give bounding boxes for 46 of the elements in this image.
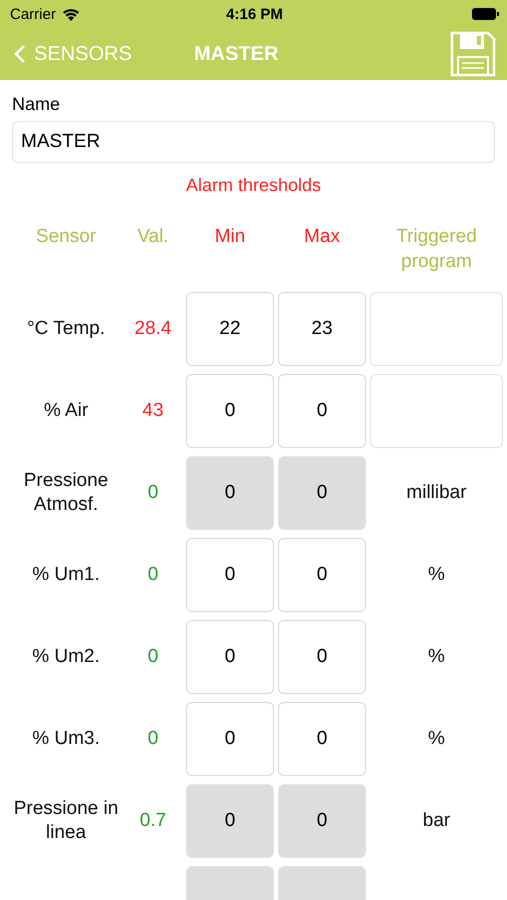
carrier-label: Carrier <box>10 6 56 22</box>
unit-label: % <box>428 645 445 669</box>
max-field[interactable]: 0 <box>278 374 366 448</box>
screen-title: MASTER <box>194 42 280 66</box>
unit-label: % <box>428 563 445 587</box>
min-field[interactable]: 22 <box>186 292 274 366</box>
min-field[interactable]: 0 <box>186 620 274 694</box>
unit-label: bar <box>422 809 450 833</box>
back-chevron-icon <box>14 44 26 64</box>
sensor-value: 0 <box>148 727 158 751</box>
sensor-value: 0.7 <box>140 809 166 833</box>
sensor-label: Pressione in linea <box>12 797 120 845</box>
max-field[interactable]: 0 <box>278 702 366 776</box>
sensor-value: 28.4 <box>134 317 172 341</box>
min-field[interactable]: 0 <box>186 538 274 612</box>
sensor-label: % Um1. <box>32 563 100 587</box>
section-title: Alarm thresholds <box>184 174 322 196</box>
max-field[interactable]: 23 <box>278 292 366 366</box>
wifi-icon <box>62 8 80 20</box>
sensor-value: 0 <box>148 563 158 587</box>
sensor-label: Pressione Atmosf. <box>22 469 110 517</box>
name-field[interactable]: MASTER <box>12 121 495 163</box>
column-header: Max <box>303 225 341 249</box>
sensor-label: % Um2. <box>32 645 100 669</box>
sensor-value: 43 <box>142 399 164 423</box>
unit-label: millibar <box>406 481 467 505</box>
column-header: Sensor <box>34 225 98 249</box>
unit-label: % <box>428 727 445 751</box>
column-header: Val. <box>136 225 170 249</box>
min-field[interactable]: 0 <box>186 702 274 776</box>
name-label: Name <box>11 93 62 116</box>
column-header: Min <box>214 225 246 249</box>
battery-icon <box>472 8 499 20</box>
sensor-value: 0 <box>148 481 158 505</box>
sensor-value: 0 <box>148 645 158 669</box>
program-field[interactable] <box>370 292 503 366</box>
sensor-label: % Air <box>44 399 88 423</box>
program-field[interactable] <box>370 374 503 448</box>
sensor-label: °C Temp. <box>27 317 105 341</box>
sensor-label: % Um3. <box>32 727 100 751</box>
max-field[interactable]: 0 <box>278 620 366 694</box>
column-header: Triggered program <box>395 225 478 274</box>
max-field[interactable]: 0 <box>278 538 366 612</box>
min-field[interactable]: 0 <box>186 374 274 448</box>
time-label: 4:16 PM <box>226 6 283 22</box>
save-icon[interactable] <box>449 30 497 78</box>
